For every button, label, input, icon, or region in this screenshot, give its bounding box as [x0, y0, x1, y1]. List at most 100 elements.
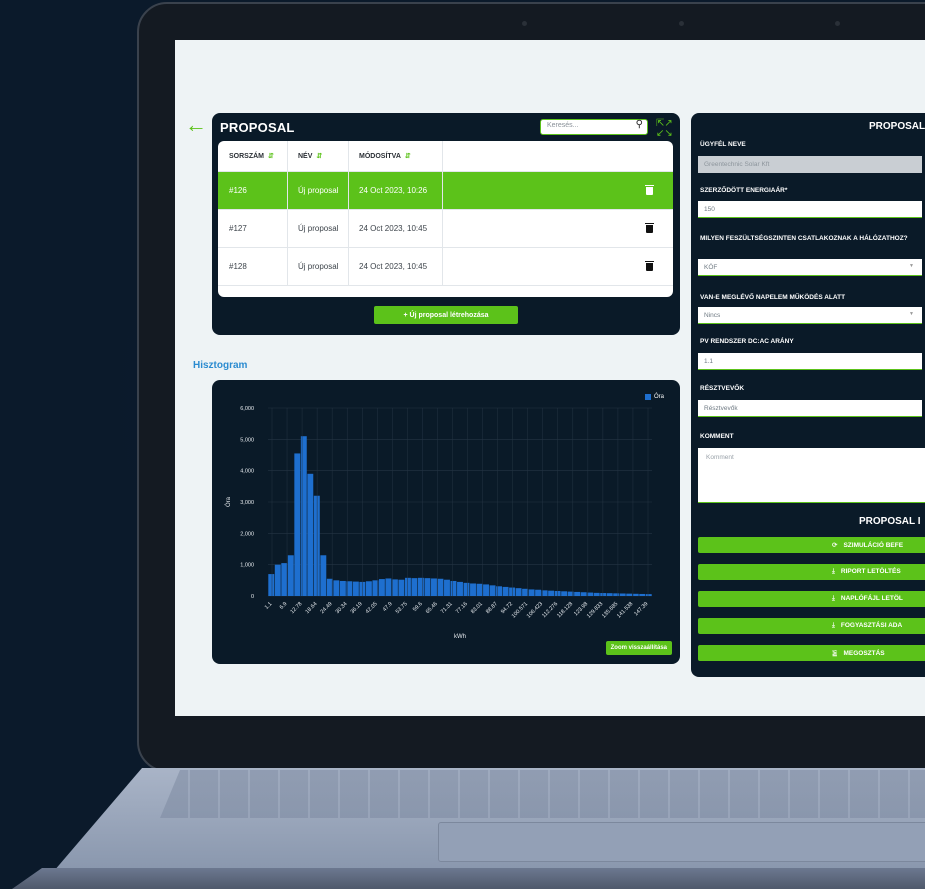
histogram-bar	[378, 579, 385, 596]
histogram-bar	[515, 588, 522, 596]
histogram-bar	[522, 588, 529, 596]
histogram-bar	[274, 564, 281, 596]
download-icon: ⤓	[832, 568, 835, 575]
histogram-bar	[548, 590, 555, 596]
histogram-bar	[483, 584, 489, 596]
histogram-bar	[437, 578, 444, 596]
search-input[interactable]: Keresés... ⚲	[540, 119, 648, 135]
participants-label: RÉSZTVEVŐK	[700, 385, 745, 392]
sort-icon[interactable]: ⇵	[316, 152, 322, 160]
table-row[interactable]: #126 Új proposal 24 Oct 2023, 10:26	[218, 172, 673, 210]
y-tick-label: 5,000	[240, 437, 254, 443]
histogram-bar	[593, 592, 600, 596]
client-field[interactable]: Greentechnic Solar Kft	[698, 156, 922, 173]
zoom-reset-button[interactable]: Zoom visszaállítása	[605, 641, 672, 655]
row-id: #127	[218, 210, 288, 247]
histogram-label: Hisztogram	[193, 360, 248, 371]
comment-label: KOMMENT	[700, 433, 734, 440]
table-row[interactable]: #127 Új proposal 24 Oct 2023, 10:45	[218, 210, 673, 248]
consumption-data-button[interactable]: ⤓ FOGYASZTÁSI ADA	[698, 618, 925, 634]
energy-price-field[interactable]: 150	[698, 201, 922, 218]
histogram-bar	[509, 587, 516, 596]
histogram-bar	[365, 581, 372, 596]
comment-textarea[interactable]: Komment	[698, 448, 925, 503]
simulation-button[interactable]: ⟳ SZIMULÁCIÓ BEFE	[698, 537, 925, 553]
histogram-bar	[339, 580, 346, 596]
histogram-bar	[496, 586, 503, 596]
trash-icon[interactable]	[645, 260, 654, 271]
histogram-chart: 0 1,000 2,000 3,000 4,000 5,000 6,000 1.1 6.9 12.…	[225, 406, 652, 640]
report-download-button[interactable]: ⤓ RIPORT LETÖLTÉS	[698, 564, 925, 580]
legend-swatch	[644, 394, 651, 400]
x-tick-label: 147.39	[633, 601, 649, 617]
histogram-bar	[326, 578, 333, 596]
histogram-bar	[450, 580, 457, 596]
trash-icon[interactable]	[645, 184, 654, 195]
y-tick-label: 3,000	[240, 500, 254, 506]
histogram-bar	[411, 578, 418, 596]
voltage-select[interactable]: KÖF ▼	[698, 259, 922, 276]
proposal-table: SORSZÁM ⇵ NÉV ⇵ MÓDOSÍTVA ⇵ #126 Új proposa…	[218, 141, 673, 297]
search-icon[interactable]: ⚲	[636, 119, 643, 130]
x-tick-label: 65.46	[425, 601, 439, 615]
table-header: SORSZÁM ⇵ NÉV ⇵ MÓDOSÍTVA ⇵	[218, 141, 673, 172]
histogram-bar	[528, 589, 535, 596]
x-tick-label: 88.87	[485, 601, 499, 615]
share-icon: ⪠	[832, 650, 838, 657]
dc-ac-ratio-field[interactable]: 1.1	[698, 353, 922, 370]
sort-icon[interactable]: ⇵	[268, 152, 274, 160]
dc-ac-ratio-label: PV RENDSZER DC:AC ARÁNY	[700, 338, 794, 345]
sort-icon[interactable]: ⇵	[405, 152, 411, 160]
proposal-actions-title: PROPOSAL I	[859, 516, 921, 527]
table-row[interactable]: #128 Új proposal 24 Oct 2023, 10:45	[218, 248, 673, 286]
voltage-label: MILYEN FESZÜLTSÉGSZINTEN CSATLAKOZNAK A …	[700, 235, 908, 242]
row-id: #128	[218, 248, 288, 285]
histogram-bar	[313, 495, 320, 596]
y-tick-label: 4,000	[240, 469, 254, 475]
chevron-down-icon: ▼	[909, 311, 914, 317]
new-proposal-button[interactable]: + Új proposal létrehozása	[374, 306, 518, 324]
y-axis-label: Óra	[225, 496, 232, 507]
chart-legend[interactable]: Óra	[644, 394, 664, 400]
x-tick-label: 47.9	[382, 601, 394, 613]
x-tick-label: 59.6	[412, 601, 424, 613]
trash-icon[interactable]	[645, 222, 654, 233]
x-tick-label: 30.34	[335, 601, 349, 615]
column-header-nev[interactable]: NÉV ⇵	[288, 141, 349, 171]
chevron-down-icon: ▼	[909, 263, 914, 269]
y-tick-label: 0	[251, 594, 254, 600]
proposal-form-title: PROPOSAL	[869, 121, 925, 132]
row-name: Új proposal	[288, 172, 349, 209]
histogram-bar	[626, 593, 633, 596]
histogram-bar	[613, 593, 620, 596]
column-header-sorszam[interactable]: SORSZÁM ⇵	[218, 141, 288, 171]
camera-dot	[679, 21, 684, 26]
back-arrow-icon[interactable]: ←	[185, 114, 207, 136]
histogram-bar	[606, 593, 613, 596]
y-tick-label: 2,000	[240, 531, 254, 537]
histogram-bar	[463, 582, 470, 596]
x-tick-label: 36.19	[350, 601, 364, 615]
histogram-bar	[404, 577, 411, 596]
row-modified: 24 Oct 2023, 10:45	[349, 210, 443, 247]
proposal-list-title: PROPOSAL	[220, 120, 295, 135]
refresh-icon: ⟳	[832, 542, 838, 549]
histogram-panel: 0 1,000 2,000 3,000 4,000 5,000 6,000 1.1 6.9 12.…	[212, 380, 680, 664]
participants-field[interactable]: Résztvevők	[698, 400, 922, 417]
share-button[interactable]: ⪠ MEGOSZTÁS	[698, 645, 925, 661]
row-name: Új proposal	[288, 210, 349, 247]
histogram-bar	[489, 585, 496, 596]
camera-dot	[522, 21, 527, 26]
histogram-bar	[580, 592, 587, 596]
histogram-bar	[307, 473, 314, 596]
x-tick-label: 12.78	[290, 601, 304, 615]
y-tick-label: 6,000	[240, 406, 254, 412]
column-header-modositva[interactable]: MÓDOSÍTVA ⇵	[349, 141, 443, 171]
expand-icon[interactable]: ⇱↗ ↙↘	[656, 119, 673, 139]
logfile-download-button[interactable]: ⤓ NAPLÓFÁJL LETÖL	[698, 591, 925, 607]
existing-pv-select[interactable]: Nincs ▼	[698, 307, 922, 324]
histogram-bar	[619, 593, 626, 596]
histogram-bar	[535, 589, 542, 596]
row-id: #126	[218, 172, 288, 209]
histogram-bar	[268, 574, 275, 596]
